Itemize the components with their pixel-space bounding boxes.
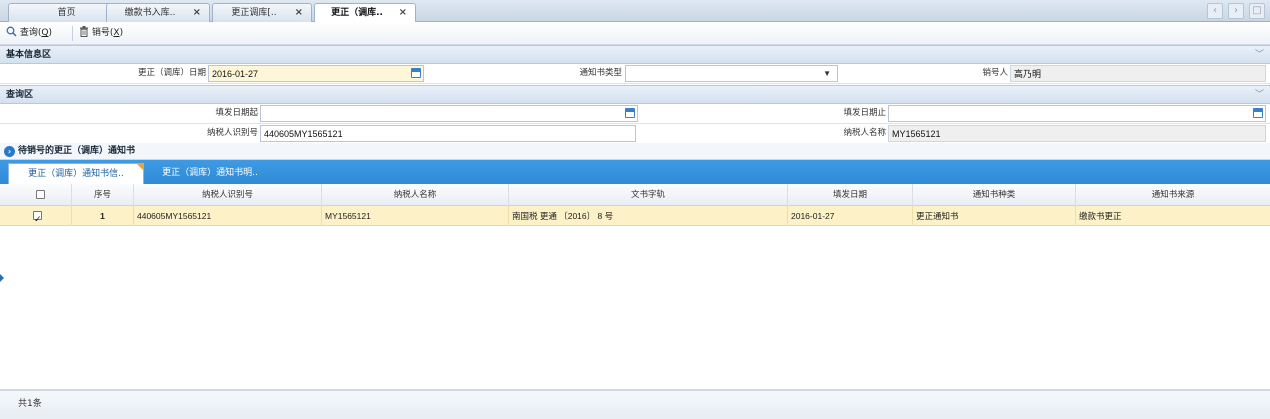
row-issue-date: 2016-01-27 bbox=[788, 206, 913, 226]
cancel-number-button[interactable]: 销号(X) bbox=[77, 25, 123, 42]
col-header-taxpayer-name[interactable]: 纳税人名称 bbox=[322, 184, 509, 206]
taxpayer-id-input[interactable]: 440605MY1565121 bbox=[260, 125, 636, 142]
row-notice-kind: 更正通知书 bbox=[913, 206, 1076, 226]
notice-type-label: 通知书类型 bbox=[579, 68, 622, 78]
canceller-label: 销号人 bbox=[982, 68, 1008, 78]
correction-date-field[interactable]: 2016-01-27 bbox=[208, 65, 424, 82]
calendar-icon[interactable] bbox=[1253, 108, 1263, 118]
row-seq: 1 bbox=[72, 206, 134, 226]
scroll-right-icon[interactable]: › bbox=[1228, 3, 1244, 19]
maximize-icon[interactable]: □ bbox=[1249, 3, 1265, 19]
notice-type-select[interactable]: ▼ bbox=[625, 65, 838, 82]
row-doc-ref: 南国税 更通 〔2016〕 8 号 bbox=[509, 206, 788, 226]
col-header-seq[interactable]: 序号 bbox=[72, 184, 134, 206]
cancel-number-button-end: ) bbox=[119, 28, 124, 38]
tab-notice-detail[interactable]: 更正（调库）通知书明.. bbox=[146, 163, 274, 184]
taxpayer-name-label: 纳税人名称 bbox=[843, 128, 886, 138]
scroll-left-icon[interactable]: ‹ bbox=[1207, 3, 1223, 19]
chevron-down-icon[interactable]: ﹀ bbox=[1255, 46, 1264, 64]
select-all-cell bbox=[0, 184, 72, 206]
query-row-dates: 填发日期起 填发日期止 bbox=[0, 104, 1270, 124]
taxpayer-id-value: 440605MY1565121 bbox=[264, 129, 343, 139]
grid-header: 序号 纳税人识别号 纳税人名称 文书字轨 填发日期 通知书种类 通知书来源 bbox=[0, 184, 1270, 206]
close-icon[interactable]: × bbox=[399, 4, 407, 22]
grid-footer: 共1条 bbox=[0, 390, 1270, 419]
col-header-notice-source[interactable]: 通知书来源 bbox=[1076, 184, 1270, 206]
tab-notice-info-label: 更正（调库）通知书信.. bbox=[28, 169, 124, 179]
tab-correction-active-label: 更正（调库.. bbox=[331, 8, 383, 18]
query-section-title: 查询区 bbox=[6, 90, 34, 100]
tab-notice-info[interactable]: 更正（调库）通知书信.. bbox=[8, 163, 144, 184]
issue-start-label: 填发日期起 bbox=[215, 108, 258, 118]
cancel-number-button-label: 销号( bbox=[91, 28, 114, 38]
canceller-field: 高乃明 bbox=[1010, 65, 1266, 82]
col-header-issue-date[interactable]: 填发日期 bbox=[788, 184, 913, 206]
taxpayer-id-label: 纳税人识别号 bbox=[206, 128, 258, 138]
panel-expand-handle[interactable] bbox=[0, 270, 5, 286]
row-checkbox[interactable] bbox=[33, 209, 42, 226]
query-row-taxpayer: 纳税人识别号 440605MY1565121 纳税人名称 MY1565121 bbox=[0, 124, 1270, 144]
dropdown-arrow-icon[interactable]: ▼ bbox=[823, 66, 831, 82]
calendar-icon[interactable] bbox=[411, 68, 421, 78]
tab-correction-adjust-label: 更正调库[.. bbox=[231, 8, 277, 18]
pending-notices-title-bar: › 待销号的更正（调库）通知书 bbox=[0, 143, 1270, 160]
query-button[interactable]: 查询(Q) bbox=[4, 25, 52, 42]
calendar-icon[interactable] bbox=[625, 108, 635, 118]
taxpayer-name-value: MY1565121 bbox=[892, 129, 941, 139]
tab-notice-detail-label: 更正（调库）通知书明.. bbox=[162, 168, 258, 178]
row-taxpayer-id: 440605MY1565121 bbox=[134, 206, 322, 226]
tab-correction-adjust[interactable]: 更正调库[.. × bbox=[212, 3, 312, 22]
issue-end-label: 填发日期止 bbox=[843, 108, 886, 118]
toolbar-divider bbox=[72, 26, 73, 41]
detail-tab-strip: 更正（调库）通知书信.. 更正（调库）通知书明.. bbox=[0, 160, 1270, 184]
tab-bar: 首页 缴款书入库.. × 更正调库[.. × 更正（调库.. × ‹ › □ bbox=[0, 0, 1270, 23]
chevron-down-icon[interactable]: ﹀ bbox=[1255, 86, 1264, 104]
notices-grid: 序号 纳税人识别号 纳税人名称 文书字轨 填发日期 通知书种类 通知书来源 1 … bbox=[0, 184, 1270, 390]
record-count: 共1条 bbox=[18, 399, 42, 409]
canceller-value: 高乃明 bbox=[1014, 69, 1042, 79]
close-icon[interactable]: × bbox=[295, 4, 303, 22]
query-button-label: 查询( bbox=[19, 28, 42, 38]
issue-end-field[interactable] bbox=[888, 105, 1266, 122]
magnifier-icon bbox=[6, 26, 17, 37]
close-icon[interactable]: × bbox=[193, 4, 201, 22]
tab-payment-storage[interactable]: 缴款书入库.. × bbox=[106, 3, 210, 22]
toolbar: 查询(Q) 销号(X) bbox=[0, 22, 1270, 45]
basic-info-row: 更正（调库）日期 2016-01-27 通知书类型 ▼ 销号人 高乃明 bbox=[0, 64, 1270, 84]
issue-start-field[interactable] bbox=[260, 105, 638, 122]
basic-info-header[interactable]: 基本信息区 ﹀ bbox=[0, 45, 1270, 64]
tab-correction-active[interactable]: 更正（调库.. × bbox=[314, 3, 416, 23]
taxpayer-name-field: MY1565121 bbox=[888, 125, 1266, 142]
info-icon: › bbox=[4, 146, 15, 157]
basic-info-title: 基本信息区 bbox=[6, 50, 52, 60]
col-header-taxpayer-id[interactable]: 纳税人识别号 bbox=[134, 184, 322, 206]
query-button-end: ) bbox=[48, 28, 52, 38]
tab-corner-marker bbox=[137, 164, 143, 170]
pending-notices-title: 待销号的更正（调库）通知书 bbox=[18, 146, 136, 156]
query-section-header[interactable]: 查询区 ﹀ bbox=[0, 85, 1270, 104]
tab-payment-storage-label: 缴款书入库.. bbox=[124, 8, 176, 18]
correction-date-value: 2016-01-27 bbox=[212, 69, 259, 79]
correction-date-label: 更正（调库）日期 bbox=[137, 68, 206, 78]
select-all-checkbox[interactable] bbox=[36, 190, 45, 199]
trash-icon bbox=[80, 26, 88, 38]
col-header-notice-kind[interactable]: 通知书种类 bbox=[913, 184, 1076, 206]
col-header-doc-ref[interactable]: 文书字轨 bbox=[509, 184, 788, 206]
row-taxpayer-name: MY1565121 bbox=[322, 206, 509, 226]
table-row[interactable]: 1 440605MY1565121 MY1565121 南国税 更通 〔2016… bbox=[0, 206, 1270, 226]
row-notice-source: 缴款书更正 bbox=[1079, 211, 1122, 221]
row-checkbox-cell bbox=[0, 206, 72, 226]
